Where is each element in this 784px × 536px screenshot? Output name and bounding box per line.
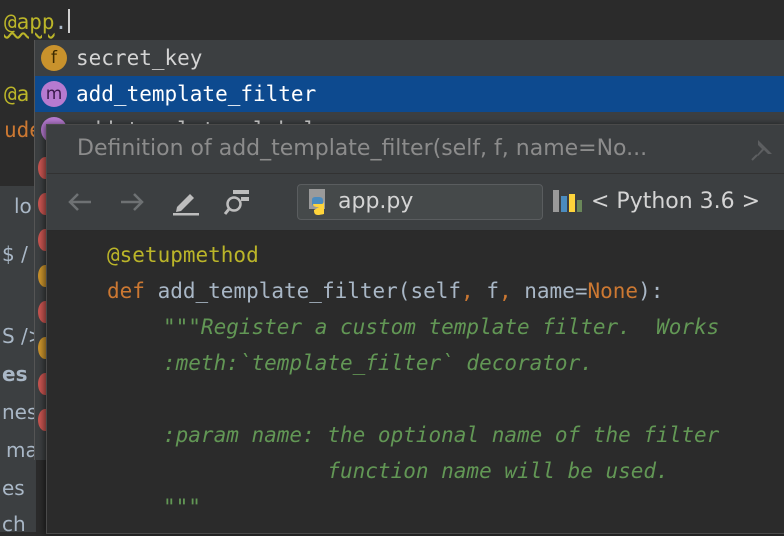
text-caret — [68, 9, 71, 33]
side-panel-text: $ / — [2, 242, 28, 266]
pin-icon[interactable] — [749, 137, 775, 163]
edit-pencil-icon[interactable] — [171, 188, 201, 216]
side-panel-text: ch — [2, 512, 26, 536]
docstring-line: """ — [163, 495, 201, 519]
back-arrow-icon[interactable] — [65, 188, 95, 216]
definition-title: Definition of add_template_filter(self, … — [77, 136, 648, 161]
side-panel-text: es — [2, 362, 28, 386]
forward-arrow-icon[interactable] — [117, 188, 147, 216]
editor-current-line[interactable]: @app. — [4, 6, 71, 38]
definition-toolbar: app.py < Python 3.6 > — [47, 173, 784, 231]
completion-item-label: secret_key — [76, 46, 203, 70]
method-badge-icon: m — [41, 81, 67, 107]
docstring-line: """Register a custom template filter. Wo… — [163, 315, 720, 339]
code-line: def add_template_filter(self, f, name=No… — [107, 279, 664, 303]
docstring-line: :param name: the optional name of the fi… — [163, 423, 720, 447]
side-panel-text: es — [2, 476, 25, 500]
sdk-label[interactable]: < Python 3.6 > — [591, 174, 760, 230]
side-panel-text: nes — [2, 400, 38, 424]
docstring-line: :meth:`template_filter` decorator. — [163, 351, 593, 375]
definition-title-bar[interactable]: Definition of add_template_filter(self, … — [47, 125, 784, 173]
docstring-line: function name will be used. — [163, 459, 669, 483]
completion-item-selected[interactable]: m add_template_filter — [35, 76, 784, 112]
field-badge-icon: f — [41, 45, 67, 71]
quick-definition-popup[interactable]: Definition of add_template_filter(self, … — [46, 124, 784, 534]
completion-item[interactable]: f secret_key — [35, 40, 784, 76]
definition-code: @setupmethod def add_template_filter(sel… — [47, 231, 784, 533]
python-file-icon — [309, 189, 325, 215]
file-name: app.py — [338, 189, 414, 214]
code-line: @setupmethod — [107, 243, 259, 267]
side-panel-text: ma — [6, 438, 38, 462]
find-usages-icon[interactable] — [223, 188, 253, 216]
member-access-dot: . — [54, 10, 68, 34]
side-panel-text: lo — [14, 194, 32, 218]
completion-item-label: add_template_filter — [76, 82, 317, 106]
python-sdk-icon — [553, 190, 582, 212]
editor-fragment-decorator: @a — [4, 82, 30, 106]
decorator-text: @app — [4, 10, 55, 34]
file-selector[interactable]: app.py — [297, 184, 543, 220]
side-panel: lo $ / S /> es nes ma es ch — [0, 186, 45, 536]
